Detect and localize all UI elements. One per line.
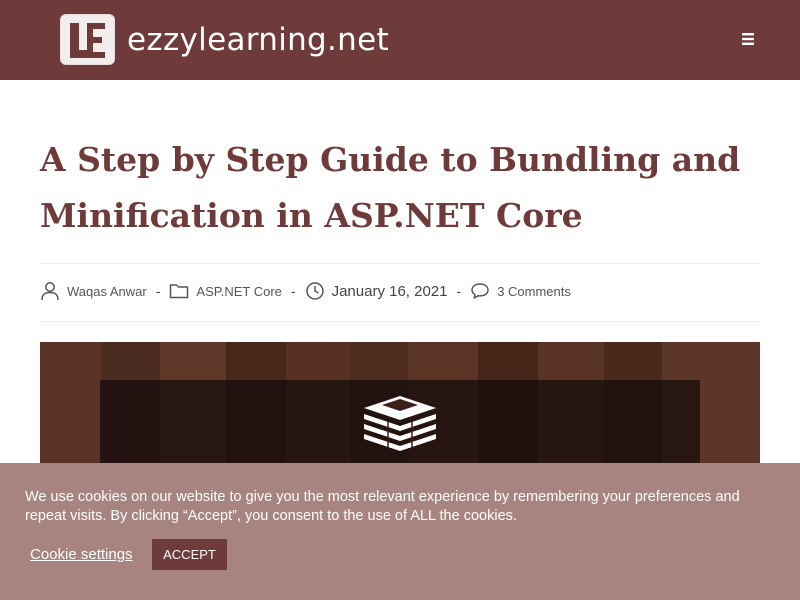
- cookie-message: We use cookies on our website to give yo…: [25, 489, 740, 524]
- meta-divider-top: [40, 263, 760, 264]
- author-link[interactable]: Waqas Anwar: [67, 284, 147, 299]
- layers-bundle-icon: [364, 396, 436, 451]
- featured-image: [40, 342, 760, 463]
- clock-icon: [305, 282, 324, 300]
- accept-cookies-button[interactable]: ACCEPT: [152, 539, 227, 570]
- logo-mark: [60, 14, 115, 65]
- logo-l-glyph: [70, 23, 88, 58]
- author-icon: [41, 282, 59, 301]
- category-link[interactable]: ASP.NET Core: [196, 284, 282, 299]
- logo-e-glyph: [87, 23, 105, 58]
- site-name: ezzylearning.net: [127, 21, 389, 58]
- meta-separator: -: [456, 283, 462, 299]
- meta-separator: -: [290, 283, 296, 299]
- hamburger-menu-icon[interactable]: [739, 31, 757, 47]
- meta-divider-bottom: [40, 321, 760, 322]
- meta-separator: -: [155, 283, 161, 299]
- comments-link[interactable]: 3 Comments: [497, 284, 571, 299]
- cookie-settings-link[interactable]: Cookie settings: [30, 546, 133, 563]
- article-meta: Waqas Anwar - ASP.NET Core - January 16,…: [40, 276, 571, 306]
- cookie-consent-banner: We use cookies on our website to give yo…: [0, 463, 800, 600]
- comment-icon: [471, 283, 489, 299]
- wood-plank: [40, 342, 102, 463]
- site-logo-link[interactable]: ezzylearning.net: [60, 14, 389, 65]
- publish-date: January 16, 2021: [331, 282, 448, 300]
- site-header: ezzylearning.net: [0, 0, 800, 80]
- article-title: A Step by Step Guide to Bundling and Min…: [40, 140, 741, 235]
- folder-icon: [170, 284, 189, 299]
